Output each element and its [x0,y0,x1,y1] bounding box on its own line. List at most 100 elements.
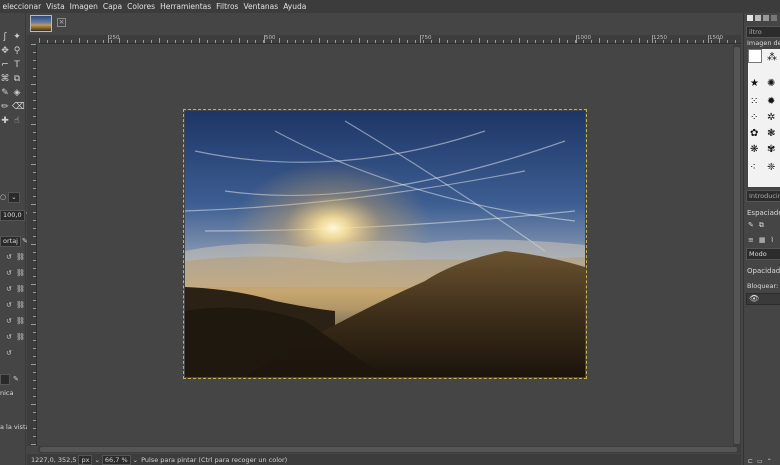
brush-star-icon[interactable]: ★ [750,79,759,89]
ruler-tick [31,284,36,285]
mode-field[interactable] [0,373,10,385]
menu-colors[interactable]: Colores [125,0,158,13]
menu-image[interactable]: Imagen [67,0,100,13]
mountain-sunrise-photo[interactable] [183,109,587,379]
layers-list[interactable] [746,307,780,459]
menu-filters[interactable]: Filtros [214,0,241,13]
warp-tool-icon[interactable]: ⌘ [0,74,10,84]
brush-splatter-icon[interactable]: ✹ [767,97,775,107]
horizontal-scrollbar[interactable] [38,446,741,453]
tab-fonts[interactable] [771,15,777,21]
link-chain-icon[interactable]: ⛓ [16,317,25,325]
fuzzy-select-tool-icon[interactable]: ✦ [12,32,22,42]
paths-tool-icon[interactable]: ✎ [0,88,10,98]
brush-dots-icon[interactable]: ⁙ [750,97,758,107]
paintbrush-tool-icon[interactable]: ✏ [0,102,10,112]
link-chain-icon[interactable]: ⛓ [16,253,25,261]
vertical-scrollbar[interactable] [733,45,741,446]
image-thumbnail[interactable] [30,15,52,32]
tab-brushes[interactable] [747,15,753,21]
smudge-tool-icon[interactable]: ☝ [12,116,22,126]
brush-dots-icon[interactable]: ⁘ [750,113,758,123]
brush-grid[interactable]: ⁂ ★ ✺ ⁙ ✹ ⁘ ✲ ✿ ❃ ❋ ✾ ⁖ ❈ [748,49,780,187]
brush-splatter-icon[interactable]: ❈ [767,163,775,173]
menu-view[interactable]: Vista [44,0,68,13]
menu-tools[interactable]: Herramientas [158,0,214,13]
close-icon[interactable]: × [57,18,66,27]
eraser-tool-icon[interactable]: ⌫ [12,102,25,112]
status-message: Pulse para pintar (Ctrl para recoger un … [141,455,288,464]
zoom-selector[interactable]: 66,7 % [101,454,131,465]
opacity-label: Opacidad [747,267,780,275]
brush-grunge-icon[interactable]: ❃ [767,129,775,139]
chevron-down-icon[interactable]: ⌄ [94,456,99,464]
scrollbar-thumb[interactable] [40,447,737,452]
ruler-tick [463,40,464,43]
size-field[interactable]: 100,0 [0,209,25,221]
eye-icon[interactable]: 👁 [749,294,759,303]
ruler-tick [33,396,36,397]
link-chain-icon[interactable]: ⛓ [16,285,25,293]
menu-help[interactable]: Ayuda [281,0,309,13]
brush-splatter-icon[interactable]: ✺ [767,79,775,89]
brush-swatch[interactable] [748,49,762,63]
brush-dropdown[interactable]: ⌄ [8,191,20,203]
brush-grunge-icon[interactable]: ✲ [767,113,775,123]
spacing-field[interactable]: ortaj [0,235,21,247]
link-chain-icon[interactable]: ⛓ [16,333,25,341]
ruler-tick [33,340,36,341]
brush-grunge-icon[interactable]: ✾ [767,145,775,155]
brush-splatter-icon[interactable]: ⁂ [767,53,777,63]
ruler-tick [31,244,36,245]
chevron-down-icon[interactable]: ⌄ [133,456,138,464]
reset-icon[interactable]: ↺ [6,333,12,341]
folder-icon[interactable]: ▭ [757,458,763,465]
tab-gradients[interactable] [763,15,769,21]
lasso-tool-icon[interactable]: ʃ [0,32,10,42]
brush-filter-input[interactable]: iltro [746,26,780,38]
zoom-tool-icon[interactable]: ⚲ [12,46,22,56]
channels-icon[interactable]: ▦ [759,236,766,244]
menu-select[interactable]: eleccionar [0,0,44,13]
new-layer-icon[interactable]: ⊏ [748,458,753,465]
scrollbar-thumb[interactable] [734,47,740,444]
bucket-fill-tool-icon[interactable]: ◈ [12,88,22,98]
move-tool-icon[interactable]: ✥ [0,46,10,56]
link-chain-icon[interactable]: ⛓ [16,301,25,309]
menu-windows[interactable]: Ventanas [241,0,281,13]
up-icon[interactable]: ⌃ [767,458,772,465]
brush-dots-icon[interactable]: ⁖ [750,163,756,173]
brush-tags-input[interactable]: Introducir e [746,190,780,202]
menu-layer[interactable]: Capa [100,0,124,13]
image-canvas[interactable] [38,45,741,446]
brush-grunge-icon[interactable]: ❋ [750,145,758,155]
transform-tool-icon[interactable]: ⧉ [12,74,22,84]
reset-icon[interactable]: ↺ [6,285,12,293]
pointer-coordinates: 1227,0, 352,5 [31,455,77,464]
reset-icon[interactable]: ↺ [6,269,12,277]
lock-label: a la vista [0,423,30,431]
reset-icon[interactable]: ↺ [6,349,12,357]
brush-grunge-icon[interactable]: ✿ [750,129,758,139]
ruler-tick [652,35,653,43]
layer-row[interactable]: 👁 [746,293,780,305]
tab-patterns[interactable] [755,15,761,21]
edit-icon[interactable]: ✎ [13,375,19,383]
text-tool-icon[interactable]: T [12,60,22,70]
mode-selector[interactable]: Modo [746,248,780,260]
link-chain-icon[interactable]: ⛓ [16,269,25,277]
layers-icon[interactable]: ≡ [748,236,754,244]
brush-icon[interactable]: ○ [0,193,6,201]
reset-icon[interactable]: ↺ [6,253,12,261]
reset-icon[interactable]: ↺ [6,301,12,309]
edit-icon[interactable]: ✎ [748,221,754,230]
unit-selector[interactable]: px [78,454,93,465]
paths-icon[interactable]: ⌇ [771,236,774,244]
ruler-tick [527,40,528,43]
heal-tool-icon[interactable]: ✚ [0,116,10,126]
duplicate-icon[interactable]: ⧉ [759,221,764,230]
crop-tool-icon[interactable]: ⌐ [0,60,10,70]
horizontal-ruler[interactable]: 250 500 750 1000 1250 1500 [39,35,741,44]
vertical-ruler[interactable] [27,44,37,446]
reset-icon[interactable]: ↺ [6,317,12,325]
